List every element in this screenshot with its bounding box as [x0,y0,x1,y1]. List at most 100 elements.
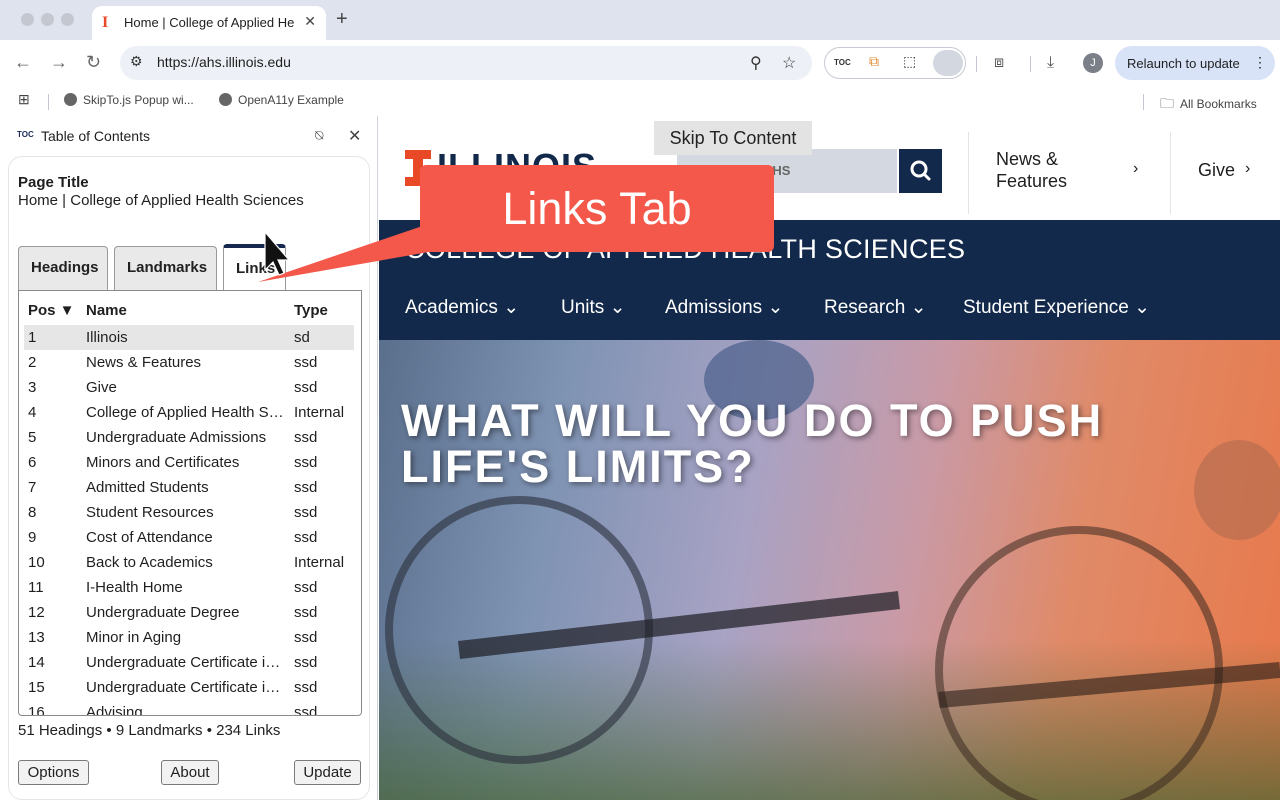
header-divider [968,132,969,214]
table-row[interactable]: 3 Give ssd [24,375,354,400]
table-row[interactable]: 11 I-Health Home ssd [24,575,354,600]
table-row[interactable]: 10 Back to Academics Internal [24,550,354,575]
new-tab-icon[interactable]: + [336,8,348,31]
browser-tab[interactable]: I Home | College of Applied He ✕ [92,6,326,40]
search-tabs-icon[interactable]: ⧈ [994,54,1004,72]
cell-name: Admitted Students [86,479,209,496]
all-bookmarks[interactable]: 🗀 All Bookmarks [1160,93,1257,117]
bookmarks-bar: ⊞ SkipTo.js Popup wi... OpenA11y Example… [0,86,1280,116]
more-menu-icon[interactable]: ⋮ [1253,54,1267,71]
url-text[interactable]: https://ahs.illinois.edu [157,54,291,70]
menu-research[interactable]: Research ⌄ [824,296,927,319]
page-title-value: Home | College of Applied Health Science… [18,192,304,209]
profile-avatar[interactable]: J [1083,53,1103,73]
side-panel-title: Table of Contents [41,128,150,144]
tab-close-icon[interactable]: ✕ [304,13,316,30]
bookmark-star-icon[interactable]: ☆ [782,53,796,73]
cell-type: ssd [294,354,318,371]
table-row[interactable]: 1 Illinois sd [24,325,354,350]
cell-type: ssd [294,504,318,521]
globe-icon [219,93,232,106]
tab-headings[interactable]: Headings [18,246,108,290]
cell-pos: 16 [28,704,45,716]
chevron-down-icon: ⌄ [609,297,626,318]
search-icon [910,160,931,181]
search-button[interactable] [899,149,942,193]
bookmarks-divider [48,94,49,110]
give-link[interactable]: Give [1198,159,1235,181]
tab-landmarks[interactable]: Landmarks [114,246,217,290]
menu-admissions[interactable]: Admissions ⌄ [665,296,783,319]
table-row[interactable]: 9 Cost of Attendance ssd [24,525,354,550]
menu-units[interactable]: Units ⌄ [561,296,626,319]
site-info-icon[interactable]: ⚙ [130,53,143,70]
cell-type: ssd [294,479,318,496]
cell-type: ssd [294,454,318,471]
toc-extension-icon[interactable]: TOC [834,58,851,67]
side-panel: TOC Table of Contents ⍉ ✕ Page Title Hom… [0,116,378,800]
unpin-icon[interactable]: ⍉ [315,127,323,144]
copy-extension-icon[interactable]: ⧉ [869,53,879,70]
about-button[interactable]: About [161,760,219,785]
window-close-dot[interactable] [21,13,34,26]
skip-to-content-link[interactable]: Skip To Content [654,121,812,155]
cell-type: sd [294,329,310,346]
cell-pos: 11 [28,579,44,596]
menu-label: Units [561,297,605,318]
address-bar[interactable]: ⚙ https://ahs.illinois.edu ⚲ ☆ [120,46,812,80]
menu-student-experience[interactable]: Student Experience ⌄ [963,296,1150,319]
menu-label: Academics [405,297,498,318]
table-row[interactable]: 5 Undergraduate Admissions ssd [24,425,354,450]
cell-name: News & Features [86,354,202,371]
cell-name: Cost of Attendance [86,529,213,546]
update-button[interactable]: Update [294,760,361,785]
table-row[interactable]: 2 News & Features ssd [24,350,354,375]
table-row[interactable]: 16 Advising ssd [24,700,354,716]
callout-links-tab: Links Tab [420,165,774,252]
menu-academics[interactable]: Academics ⌄ [405,296,519,319]
table-row[interactable]: 6 Minors and Certificates ssd [24,450,354,475]
column-pos[interactable]: Pos ▼ [28,302,75,319]
menu-label: Admissions [665,297,763,318]
table-row[interactable]: 4 College of Applied Health S… Internal [24,400,354,425]
relaunch-button[interactable]: Relaunch to update ⋮ [1115,46,1275,80]
window-zoom-dot[interactable] [61,13,74,26]
zoom-icon[interactable]: ⚲ [750,53,762,73]
table-row[interactable]: 14 Undergraduate Certificate in… ssd [24,650,354,675]
links-table[interactable]: Pos ▼ Name Type 1 Illinois sd 2 News & Featu… [18,290,362,716]
toc-logo-icon: TOC [17,130,34,139]
forward-icon[interactable]: → [50,52,68,73]
bookmark-opena11y[interactable]: OpenA11y Example [219,93,344,107]
chevron-down-icon: ⌄ [910,297,927,318]
download-icon[interactable]: ⤓ [1047,54,1054,72]
options-button[interactable]: Options [18,760,89,785]
cell-type: ssd [294,529,318,546]
column-name[interactable]: Name [86,302,127,319]
table-row[interactable]: 13 Minor in Aging ssd [24,625,354,650]
reload-icon[interactable]: ↻ [86,52,101,73]
table-row[interactable]: 8 Student Resources ssd [24,500,354,525]
column-type[interactable]: Type [294,302,328,319]
all-bookmarks-label: All Bookmarks [1180,97,1257,111]
toolbar-divider [976,56,977,72]
bookmark-skipto[interactable]: SkipTo.js Popup wi... [64,93,194,107]
close-icon[interactable]: ✕ [348,126,361,146]
side-panel-toggle-icon[interactable] [933,50,963,76]
cell-type: Internal [294,404,345,421]
cell-type: ssd [294,604,318,621]
puzzle-extensions-icon[interactable]: ⬚ [903,53,916,70]
cell-pos: 8 [28,504,37,521]
table-row[interactable]: 15 Undergraduate Certificate in… ssd [24,675,354,700]
tab-label: Headings [31,259,99,276]
table-row[interactable]: 7 Admitted Students ssd [24,475,354,500]
bookmark-label: OpenA11y Example [238,93,344,107]
cell-type: ssd [294,654,318,671]
apps-grid-icon[interactable]: ⊞ [18,91,30,108]
folder-icon: 🗀 [1160,95,1174,111]
tab-links[interactable]: Links [223,244,286,290]
cell-pos: 3 [28,379,37,396]
window-minimize-dot[interactable] [41,13,54,26]
news-features-link[interactable]: News & Features [996,148,1067,192]
back-icon[interactable]: ← [14,52,32,73]
table-row[interactable]: 12 Undergraduate Degree ssd [24,600,354,625]
